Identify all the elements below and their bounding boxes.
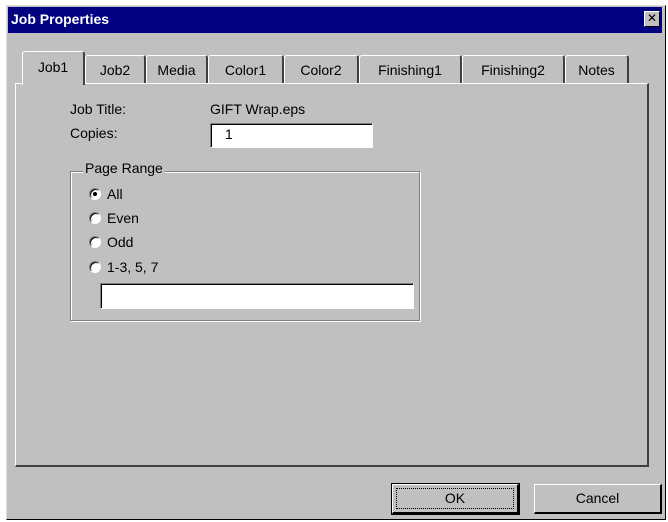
radio-button-icon[interactable] <box>89 212 101 224</box>
tab-label: Job2 <box>99 62 131 78</box>
radio-button-icon[interactable] <box>89 261 101 273</box>
cancel-label: Cancel <box>575 490 620 506</box>
radio-button-icon[interactable] <box>89 236 101 248</box>
tab-job2[interactable]: Job2 <box>85 55 146 83</box>
copies-label: Copies: <box>70 125 118 141</box>
tab-color2[interactable]: Color2 <box>284 55 359 83</box>
tab-notes[interactable]: Notes <box>565 55 629 83</box>
page-range-legend: Page Range <box>83 160 165 176</box>
radio-selected-dot <box>93 192 97 196</box>
tab-label: Finishing2 <box>481 62 545 78</box>
radio-button-icon[interactable] <box>89 188 101 200</box>
tab-label: Notes <box>578 62 615 78</box>
radio-label: Even <box>107 210 139 226</box>
tab-finishing1[interactable]: Finishing1 <box>359 55 462 83</box>
close-icon[interactable]: ✕ <box>644 11 660 27</box>
window-title: Job Properties <box>11 11 110 27</box>
radio-label: Odd <box>107 234 134 250</box>
job-title-label: Job Title: <box>70 101 127 117</box>
tab-media[interactable]: Media <box>146 55 208 83</box>
radio-label: 1-3, 5, 7 <box>107 259 159 275</box>
tab-color1[interactable]: Color1 <box>208 55 284 83</box>
focus-rect <box>396 488 514 509</box>
tab-job1[interactable]: Job1 <box>22 51 85 85</box>
radio-label: All <box>107 186 123 202</box>
title-bar[interactable]: Job Properties ✕ <box>8 7 662 33</box>
tab-label: Media <box>157 62 196 78</box>
tab-label: Color2 <box>300 62 342 78</box>
tab-label: Finishing1 <box>378 62 442 78</box>
tab-finishing2[interactable]: Finishing2 <box>462 55 565 83</box>
tab-label: Job1 <box>37 59 69 75</box>
ok-button[interactable]: OK <box>391 483 520 515</box>
cancel-button[interactable]: Cancel <box>534 484 662 514</box>
custom-range-input[interactable] <box>100 283 414 309</box>
tab-label: Color1 <box>224 62 267 78</box>
job-title-value: GIFT Wrap.eps <box>210 101 306 117</box>
copies-field[interactable]: 1 <box>210 123 373 148</box>
